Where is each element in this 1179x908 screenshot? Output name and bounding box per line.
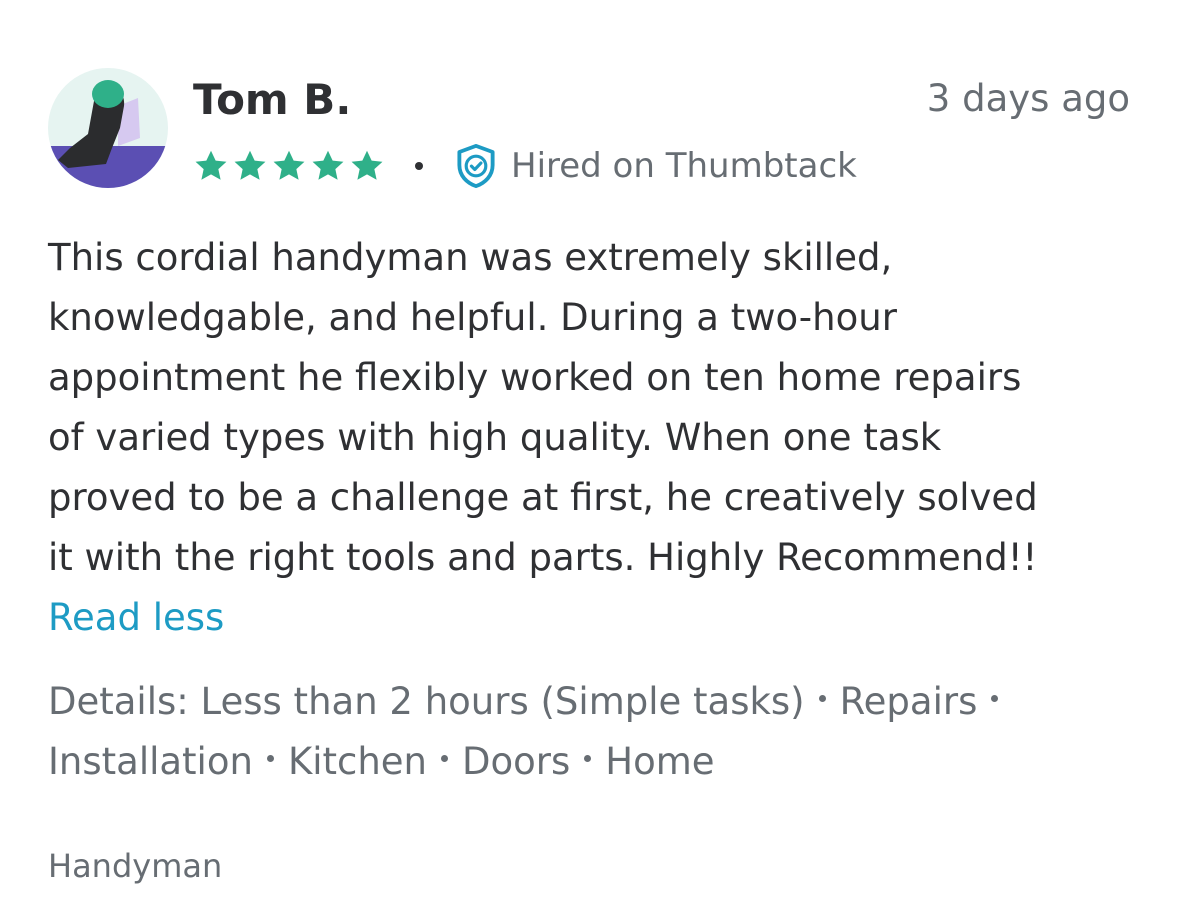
read-less-link[interactable]: Read less [48,588,224,648]
reviewer-name: Tom B. [193,75,352,124]
service-category: Handyman [48,847,223,885]
detail-tag: Home [605,740,715,783]
detail-tag: Repairs [839,680,978,723]
star-icon [312,150,344,180]
detail-tag: Doors [462,740,571,783]
star-icon [273,150,305,180]
review-text: This cordial handyman was extremely skil… [48,228,1138,588]
review-text-line: This cordial handyman was extremely skil… [48,236,893,279]
review-card: Tom B. 3 days ago Hired on Thumbtack Thi… [0,0,1179,908]
detail-tag: Less than 2 hours (Simple tasks) [200,680,805,723]
detail-tag: Kitchen [287,740,427,783]
shield-check-icon [457,143,495,189]
star-icon [351,150,383,180]
review-details: Details: Less than 2 hours (Simple tasks… [48,672,1138,792]
details-line: Installation Kitchen Doors Home [48,732,1138,792]
review-text-line: it with the right tools and parts. Highl… [48,536,1038,579]
star-rating [193,148,388,184]
separator-dot [441,755,448,762]
review-text-line: proved to be a challenge at first, he cr… [48,476,1038,519]
avatar-illustration-icon [48,68,168,188]
separator-dot [266,755,274,762]
hired-badge-label: Hired on Thumbtack [511,146,857,186]
star-icon [195,150,227,180]
details-line: Details: Less than 2 hours (Simple tasks… [48,672,1138,732]
review-text-line: knowledgable, and helpful. During a two-… [48,296,897,339]
review-text-line: appointment he flexibly worked on ten ho… [48,356,1022,399]
separator-dot [818,695,826,702]
rating-row: Hired on Thumbtack [193,140,857,192]
star-icon [234,150,266,180]
detail-tag: Installation [48,740,253,783]
review-timestamp: 3 days ago [926,77,1130,120]
details-prefix: Details: [48,680,189,723]
review-text-line: of varied types with high quality. When … [48,416,942,459]
avatar[interactable] [48,68,168,188]
separator-dot [415,162,423,170]
separator-dot [991,695,999,702]
separator-dot [584,755,592,762]
